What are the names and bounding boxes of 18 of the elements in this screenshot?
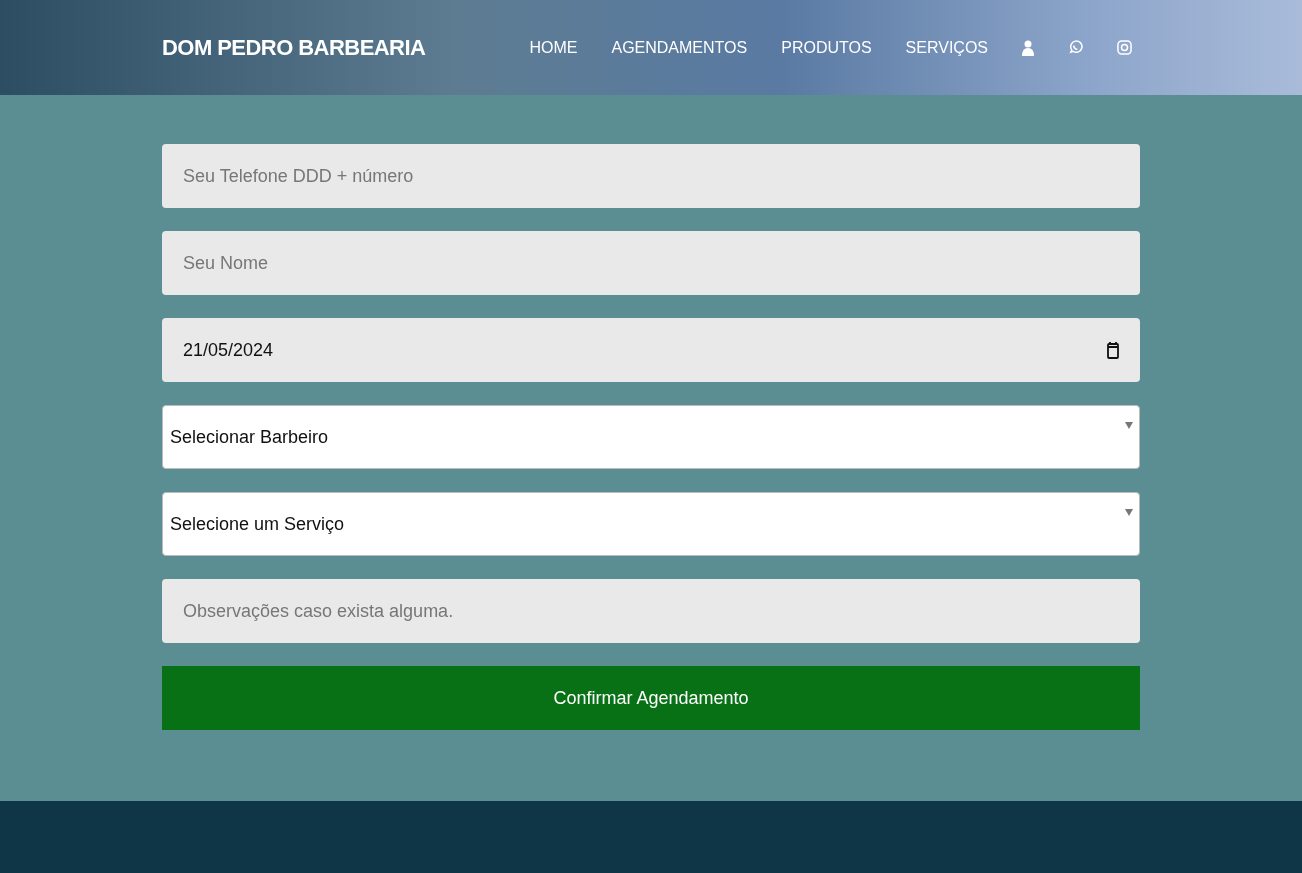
date-field[interactable]: 21/05/2024 [162, 318, 1140, 382]
nav-link[interactable]: HOME [529, 35, 578, 60]
input-field[interactable]: Observações caso exista alguma. [162, 579, 1140, 643]
nav-link[interactable]: PRODUTOS [781, 35, 872, 60]
input-field[interactable]: Seu Nome [162, 231, 1140, 295]
user-icon[interactable] [1022, 39, 1034, 56]
calendar-icon[interactable] [1107, 341, 1119, 359]
nav-link[interactable]: AGENDAMENTOS [611, 35, 748, 60]
brand-logo[interactable]: DOM PEDRO BARBEARIA [162, 31, 426, 64]
input-field[interactable]: Seu Telefone DDD + número [162, 144, 1140, 208]
whatsapp-icon[interactable] [1068, 40, 1083, 55]
select-dropdown[interactable]: Selecione um Serviço [162, 492, 1140, 556]
select-dropdown[interactable]: Selecionar Barbeiro [162, 405, 1140, 469]
caret-icon [1125, 422, 1133, 429]
nav-link[interactable]: SERVIÇOS [905, 35, 988, 60]
instagram-icon[interactable] [1117, 40, 1132, 55]
confirm-button[interactable]: Confirmar Agendamento [162, 666, 1140, 730]
caret-icon [1125, 509, 1133, 516]
